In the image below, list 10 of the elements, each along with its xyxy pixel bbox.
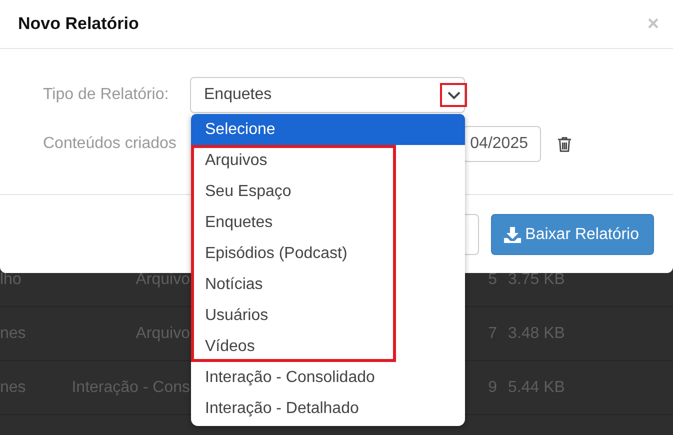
trash-icon[interactable] <box>558 136 571 152</box>
download-report-button[interactable]: Baixar Relatório <box>491 214 654 255</box>
dropdown-option[interactable]: Interação - Consolidado <box>191 362 465 393</box>
download-icon <box>504 226 522 242</box>
field-label: Conteúdos criados <box>43 134 178 154</box>
dropdown-option[interactable]: Selecione <box>191 114 465 145</box>
report-type-select[interactable]: Enquetes <box>190 77 465 113</box>
modal-title: Novo Relatório <box>18 13 139 36</box>
field-label: Tipo de Relatório: <box>43 85 170 105</box>
dropdown-option[interactable]: Interação - Detalhado <box>191 393 465 424</box>
